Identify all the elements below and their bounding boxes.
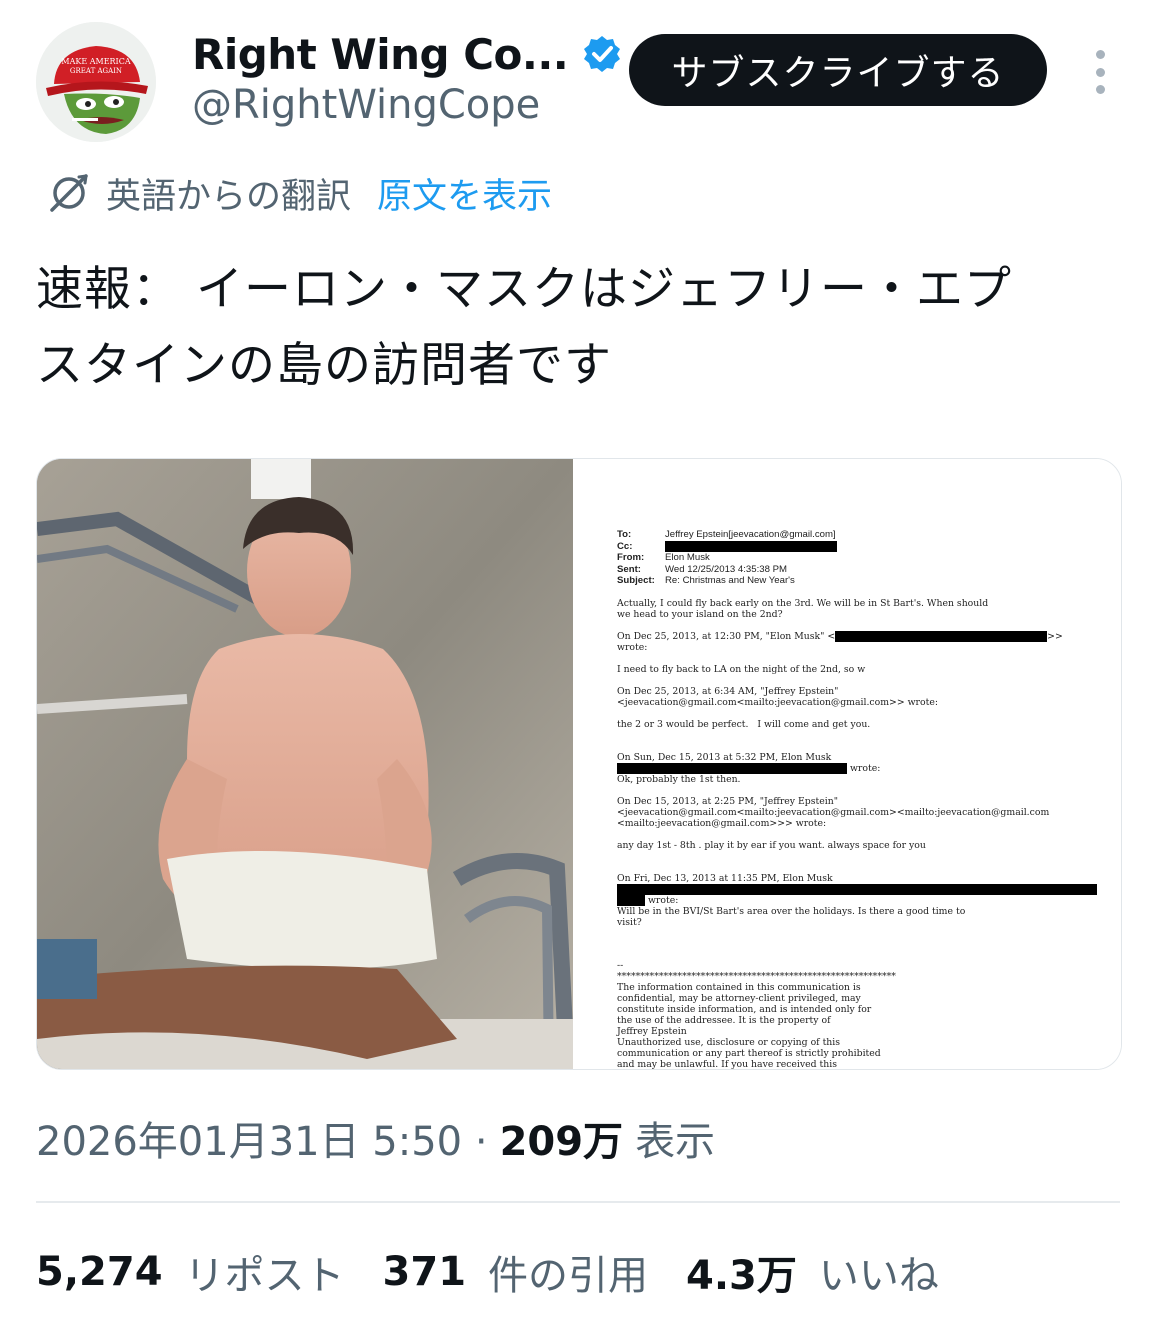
- photo-image: [37, 459, 573, 1069]
- email-header-to: To: Jeffrey Epstein[jeevacation@gmail.co…: [617, 529, 1097, 541]
- header-value: [665, 540, 1097, 553]
- email-header-cc: Cc:: [617, 540, 1097, 553]
- email-paragraph: On Dec 15, 2013, at 2:25 PM, "Jeffrey Ep…: [617, 795, 1050, 829]
- view-count-label: 表示: [635, 1119, 716, 1165]
- redaction-bar: [665, 540, 837, 552]
- email-paragraph: Ok, probably the 1st then.: [617, 773, 741, 785]
- header-key: Cc:: [617, 540, 633, 552]
- email-paragraph: any day 1st - 8th . play it by ear if yo…: [617, 839, 926, 851]
- repost-count[interactable]: 5,274: [36, 1249, 163, 1295]
- translation-row: 英語からの翻訳 原文を表示: [46, 166, 552, 220]
- email-header-sent: Sent: Wed 12/25/2013 4:35:38 PM: [617, 564, 1097, 576]
- divider: [36, 1201, 1120, 1203]
- like-label[interactable]: いいね: [819, 1243, 939, 1301]
- redaction-bar: [617, 883, 1097, 895]
- engagement-stats: 5,274 リポスト 371 件の引用 4.3万 いいね: [36, 1240, 977, 1304]
- more-vertical-icon[interactable]: [1088, 50, 1112, 94]
- tweet-meta: 2026年01月31日 5:50 · 209万 表示: [36, 1108, 715, 1168]
- header-value: Wed 12/25/2013 4:35:38 PM: [665, 563, 787, 575]
- view-count: 209万: [499, 1119, 624, 1165]
- header-key: Sent:: [617, 563, 641, 575]
- author-handle[interactable]: @RightWingCope: [192, 82, 540, 128]
- header-key: To:: [617, 529, 632, 540]
- header-value: Elon Musk: [665, 552, 710, 564]
- header-key: From:: [617, 552, 645, 564]
- email-paragraph: On Sun, Dec 15, 2013 at 5:32 PM, Elon Mu…: [617, 751, 832, 763]
- name-row: Right Wing Co...: [192, 28, 622, 80]
- show-original-link[interactable]: 原文を表示: [377, 168, 552, 219]
- media-grid: To: Jeffrey Epstein[jeevacation@gmail.co…: [36, 458, 1122, 1070]
- email-header-from: From: Elon Musk: [617, 552, 1097, 564]
- media-photo[interactable]: [37, 459, 573, 1069]
- email-paragraph: wrote:: [617, 894, 1097, 906]
- avatar-cap-text-2: GREAT AGAIN: [70, 67, 122, 75]
- tweet-header: MAKE AMERICA GREAT AGAIN Right Wing Co..…: [36, 22, 1120, 142]
- more-dot: [1095, 67, 1105, 77]
- timestamp[interactable]: 2026年01月31日 5:50 ·: [36, 1109, 488, 1167]
- email-paragraph: wrote:: [617, 641, 648, 653]
- email-paragraph: Actually, I could fly back early on the …: [617, 597, 989, 620]
- author-display-name[interactable]: Right Wing Co...: [192, 30, 569, 79]
- media-document[interactable]: To: Jeffrey Epstein[jeevacation@gmail.co…: [585, 459, 1121, 1069]
- avatar[interactable]: MAKE AMERICA GREAT AGAIN: [36, 22, 156, 142]
- repost-label[interactable]: リポスト: [185, 1243, 345, 1301]
- header-value: Jeffrey Epstein[jeevacation@gmail.com]: [665, 529, 836, 540]
- redaction-bar: [835, 630, 1048, 642]
- email-paragraph: [617, 883, 1097, 895]
- subscribe-button[interactable]: サブスクライブする: [629, 34, 1047, 106]
- email-paragraph: On Fri, Dec 13, 2013 at 11:35 PM, Elon M…: [617, 872, 833, 884]
- email-text: wrote:: [647, 894, 679, 906]
- tweet-text-line-1: 速報： イーロン・マスクはジェフリー・エプ: [36, 262, 1012, 317]
- email-text: On Dec 25, 2013, at 12:30 PM, "Elon Musk…: [617, 630, 836, 642]
- redaction-bar: [617, 894, 645, 906]
- email-paragraph: wrote:: [617, 762, 1097, 774]
- tweet-text: 速報： イーロン・マスクはジェフリー・エプ スタインの島の訪問者です: [36, 252, 1120, 404]
- translation-label: 英語からの翻訳: [106, 176, 352, 217]
- avatar-image: MAKE AMERICA GREAT AGAIN: [36, 22, 156, 142]
- email-paragraph: the 2 or 3 would be perfect. I will come…: [617, 718, 871, 730]
- like-count[interactable]: 4.3万: [686, 1243, 797, 1301]
- email-paragraph: On Dec 25, 2013, at 12:30 PM, "Elon Musk…: [617, 630, 1097, 642]
- email-paragraph: Will be in the BVI/St Bart's area over t…: [617, 905, 966, 928]
- tweet-text-line-2: スタインの島の訪問者です: [36, 338, 612, 393]
- email-text: >>: [1047, 630, 1063, 642]
- email-paragraph: I need to fly back to LA on the night of…: [617, 663, 866, 675]
- email-header-subject: Subject: Re: Christmas and New Year's: [617, 575, 1097, 587]
- quote-label[interactable]: 件の引用: [488, 1243, 648, 1301]
- email-paragraph: -- *************************************…: [617, 959, 896, 1069]
- more-dot: [1095, 50, 1105, 59]
- header-value: Re: Christmas and New Year's: [665, 575, 795, 587]
- header-key: Subject:: [617, 575, 655, 587]
- email-text: wrote:: [849, 762, 881, 774]
- media-gap: [573, 459, 585, 1069]
- verified-badge-icon: [584, 36, 621, 72]
- quote-count[interactable]: 371: [383, 1249, 467, 1295]
- email-document: To: Jeffrey Epstein[jeevacation@gmail.co…: [617, 529, 1097, 1069]
- avatar-cap-text-1: MAKE AMERICA: [61, 57, 130, 66]
- email-paragraph: On Dec 25, 2013, at 6:34 AM, "Jeffrey Ep…: [617, 685, 938, 708]
- more-dot: [1095, 85, 1105, 94]
- translate-icon: [50, 174, 88, 212]
- redaction-bar: [617, 762, 847, 774]
